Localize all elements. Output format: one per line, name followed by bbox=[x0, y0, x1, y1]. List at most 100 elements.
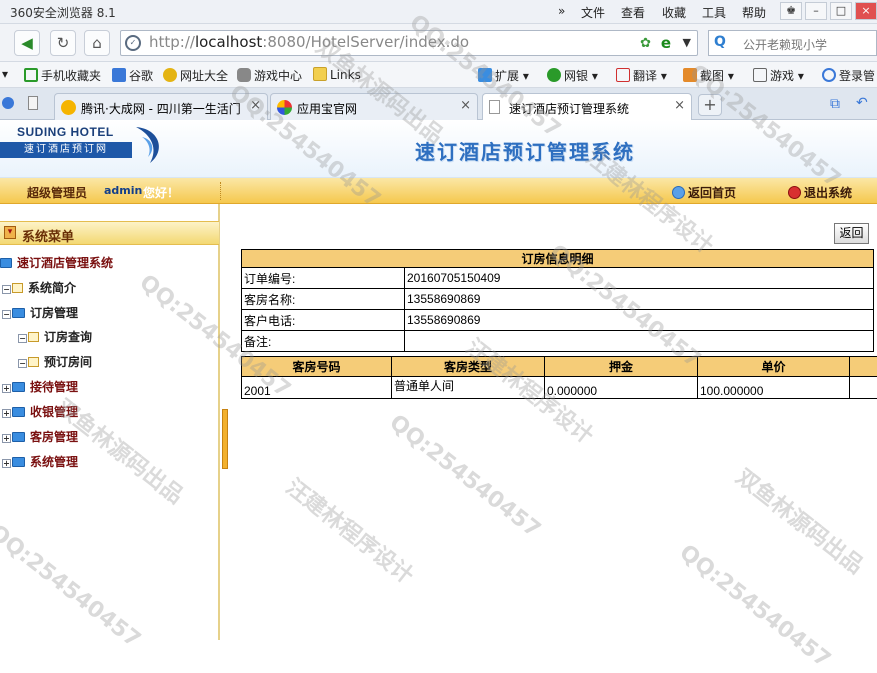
expand-icon[interactable]: + bbox=[2, 434, 11, 443]
menu-root[interactable]: 速订酒店管理系统 bbox=[0, 254, 113, 271]
sidebar-toggle-icon[interactable] bbox=[2, 97, 14, 109]
star-icon bbox=[163, 68, 177, 82]
row-label: 备注: bbox=[242, 331, 405, 352]
toolbar-screenshot[interactable]: 截图 ▾ bbox=[683, 67, 734, 84]
detail-title: 订房信息明细 bbox=[242, 250, 874, 268]
new-tab-button[interactable]: + bbox=[698, 94, 722, 116]
menu-help[interactable]: 帮助 bbox=[742, 4, 766, 21]
menu-favorites[interactable]: 收藏 bbox=[662, 4, 686, 21]
room-type: 普通单人间 bbox=[392, 377, 545, 399]
tab-close-icon[interactable]: × bbox=[460, 98, 471, 113]
expand-icon[interactable]: + bbox=[2, 384, 11, 393]
home-icon[interactable]: ⌂ bbox=[84, 30, 110, 56]
refresh-icon[interactable]: ↻ bbox=[50, 30, 76, 56]
room-number: 2001 bbox=[242, 377, 392, 399]
room-list-table: 客房号码 客房类型 押金 单价 2001 普通单人间 0.000000 100.… bbox=[241, 356, 877, 399]
left-menu-panel: ▾ 系统菜单 速订酒店管理系统 −系统简介 −订房管理 −订房查询 −预订房间 … bbox=[0, 204, 219, 640]
menu-view[interactable]: 查看 bbox=[621, 4, 645, 21]
column-header: 押金 bbox=[545, 357, 698, 377]
menu-toggle-icon[interactable]: ▾ bbox=[4, 226, 16, 239]
column-header: 客房号码 bbox=[242, 357, 392, 377]
grid-icon bbox=[478, 68, 492, 82]
tab-app-store[interactable]: 应用宝官网 × bbox=[270, 93, 478, 120]
panel-splitter[interactable] bbox=[219, 204, 231, 640]
logout-link[interactable]: 退出系统 bbox=[788, 184, 852, 201]
toolbar-bank[interactable]: 网银 ▾ bbox=[547, 67, 598, 84]
back-button[interactable]: 返回 bbox=[834, 223, 869, 244]
menu-header: ▾ 系统菜单 bbox=[0, 221, 219, 245]
sidebar-item-cashier[interactable]: +收银管理 bbox=[2, 403, 78, 420]
logout-icon bbox=[788, 186, 801, 199]
table-row: 备注: bbox=[242, 331, 874, 352]
folder-icon bbox=[12, 382, 25, 392]
collapse-icon[interactable]: − bbox=[2, 285, 11, 294]
bookmark-sites[interactable]: 网址大全 bbox=[163, 67, 228, 84]
search-input[interactable]: 公开老赖现小学 bbox=[743, 36, 827, 53]
toolbar-games[interactable]: 游戏 ▾ bbox=[753, 67, 804, 84]
bookmark-links[interactable]: Links bbox=[313, 67, 361, 82]
page-icon[interactable] bbox=[28, 96, 38, 110]
watermark: 汪建林程序设计 bbox=[280, 470, 421, 590]
maximize-icon[interactable]: □ bbox=[830, 2, 852, 20]
sidebar-item-intro[interactable]: −系统简介 bbox=[2, 279, 76, 296]
expand-icon[interactable]: + bbox=[2, 409, 11, 418]
phone-icon bbox=[24, 68, 38, 82]
sidebar-item-reception[interactable]: +接待管理 bbox=[2, 378, 78, 395]
table-header-row: 客房号码 客房类型 押金 单价 bbox=[242, 357, 877, 377]
undo-close-icon[interactable]: ↶ bbox=[856, 95, 868, 111]
ie-mode-icon[interactable]: e bbox=[661, 34, 671, 52]
menu-file[interactable]: 文件 bbox=[581, 4, 605, 21]
toolbar-translate[interactable]: 翻译 ▾ bbox=[616, 67, 667, 84]
skin-icon[interactable]: ♚ bbox=[780, 2, 802, 20]
table-row: 2001 普通单人间 0.000000 100.000000 bbox=[242, 377, 877, 399]
sidebar-item-system[interactable]: +系统管理 bbox=[2, 453, 78, 470]
tab-list-icon[interactable]: ⧉ bbox=[830, 96, 840, 112]
tab-tencent[interactable]: 腾讯·大成网 - 四川第一生活门 × bbox=[54, 93, 268, 120]
bookmark-google[interactable]: 谷歌 bbox=[112, 67, 153, 84]
home-link[interactable]: 返回首页 bbox=[672, 184, 736, 201]
search-engine-icon[interactable]: Q bbox=[714, 34, 726, 50]
minimize-icon[interactable]: – bbox=[805, 2, 827, 20]
table-row: 客房名称:13558690869 bbox=[242, 289, 874, 310]
collapse-icon[interactable]: − bbox=[18, 359, 27, 368]
menu-more[interactable]: » bbox=[558, 4, 565, 18]
close-icon[interactable]: × bbox=[855, 2, 877, 20]
bookmark-mobile[interactable]: 手机收藏夹 bbox=[24, 67, 101, 84]
search-box[interactable]: Q 公开老赖现小学 bbox=[708, 30, 877, 56]
collapse-icon[interactable]: − bbox=[2, 310, 11, 319]
folder-icon bbox=[12, 407, 25, 417]
chevron-down-icon[interactable]: ▼ bbox=[683, 36, 691, 49]
folder-icon bbox=[12, 457, 25, 467]
row-label: 客房名称: bbox=[242, 289, 405, 310]
tab-close-icon[interactable]: × bbox=[674, 98, 685, 113]
splitter-grip[interactable] bbox=[222, 409, 228, 469]
expand-icon[interactable]: + bbox=[2, 459, 11, 468]
column-header bbox=[850, 357, 877, 377]
menu-tools[interactable]: 工具 bbox=[702, 4, 726, 21]
address-bar[interactable]: ✓ http://localhost:8080/HotelServer/inde… bbox=[120, 30, 698, 56]
tab-hotel-system[interactable]: 速订酒店预订管理系统 × bbox=[482, 93, 692, 121]
sidebar-item-rooms[interactable]: +客房管理 bbox=[2, 428, 78, 445]
security-check-icon[interactable]: ✿ bbox=[640, 36, 651, 51]
tab-close-icon[interactable]: × bbox=[250, 98, 261, 113]
translate-icon bbox=[616, 68, 630, 82]
url-text[interactable]: http://localhost:8080/HotelServer/index.… bbox=[149, 33, 469, 51]
toolbar-extensions[interactable]: 扩展 ▾ bbox=[478, 67, 529, 84]
collapse-icon[interactable]: − bbox=[18, 334, 27, 343]
watermark: QQ:254540457 bbox=[675, 540, 835, 673]
toolbar-login[interactable]: 登录管 bbox=[822, 67, 875, 84]
sidebar-item-booking[interactable]: −订房管理 bbox=[2, 304, 78, 321]
back-arrow-icon[interactable]: ◀ bbox=[14, 30, 40, 56]
gamepad-icon bbox=[237, 68, 251, 82]
sidebar-item-booking-query[interactable]: −订房查询 bbox=[18, 328, 92, 345]
sidebar-item-reserve-room[interactable]: −预订房间 bbox=[18, 353, 92, 370]
logo-subtitle: 速订酒店预订网 bbox=[0, 142, 132, 158]
coin-icon bbox=[547, 68, 561, 82]
empty-cell bbox=[850, 377, 877, 399]
row-label: 客户电话: bbox=[242, 310, 405, 331]
navigation-bar: ◀ ↻ ⌂ ✓ http://localhost:8080/HotelServe… bbox=[0, 24, 877, 62]
user-role: 超级管理员 bbox=[27, 184, 87, 201]
bookmarks-arrow-icon[interactable]: ▾ bbox=[2, 67, 8, 81]
bookmark-games[interactable]: 游戏中心 bbox=[237, 67, 302, 84]
logo-text: SUDING HOTEL bbox=[17, 125, 114, 139]
